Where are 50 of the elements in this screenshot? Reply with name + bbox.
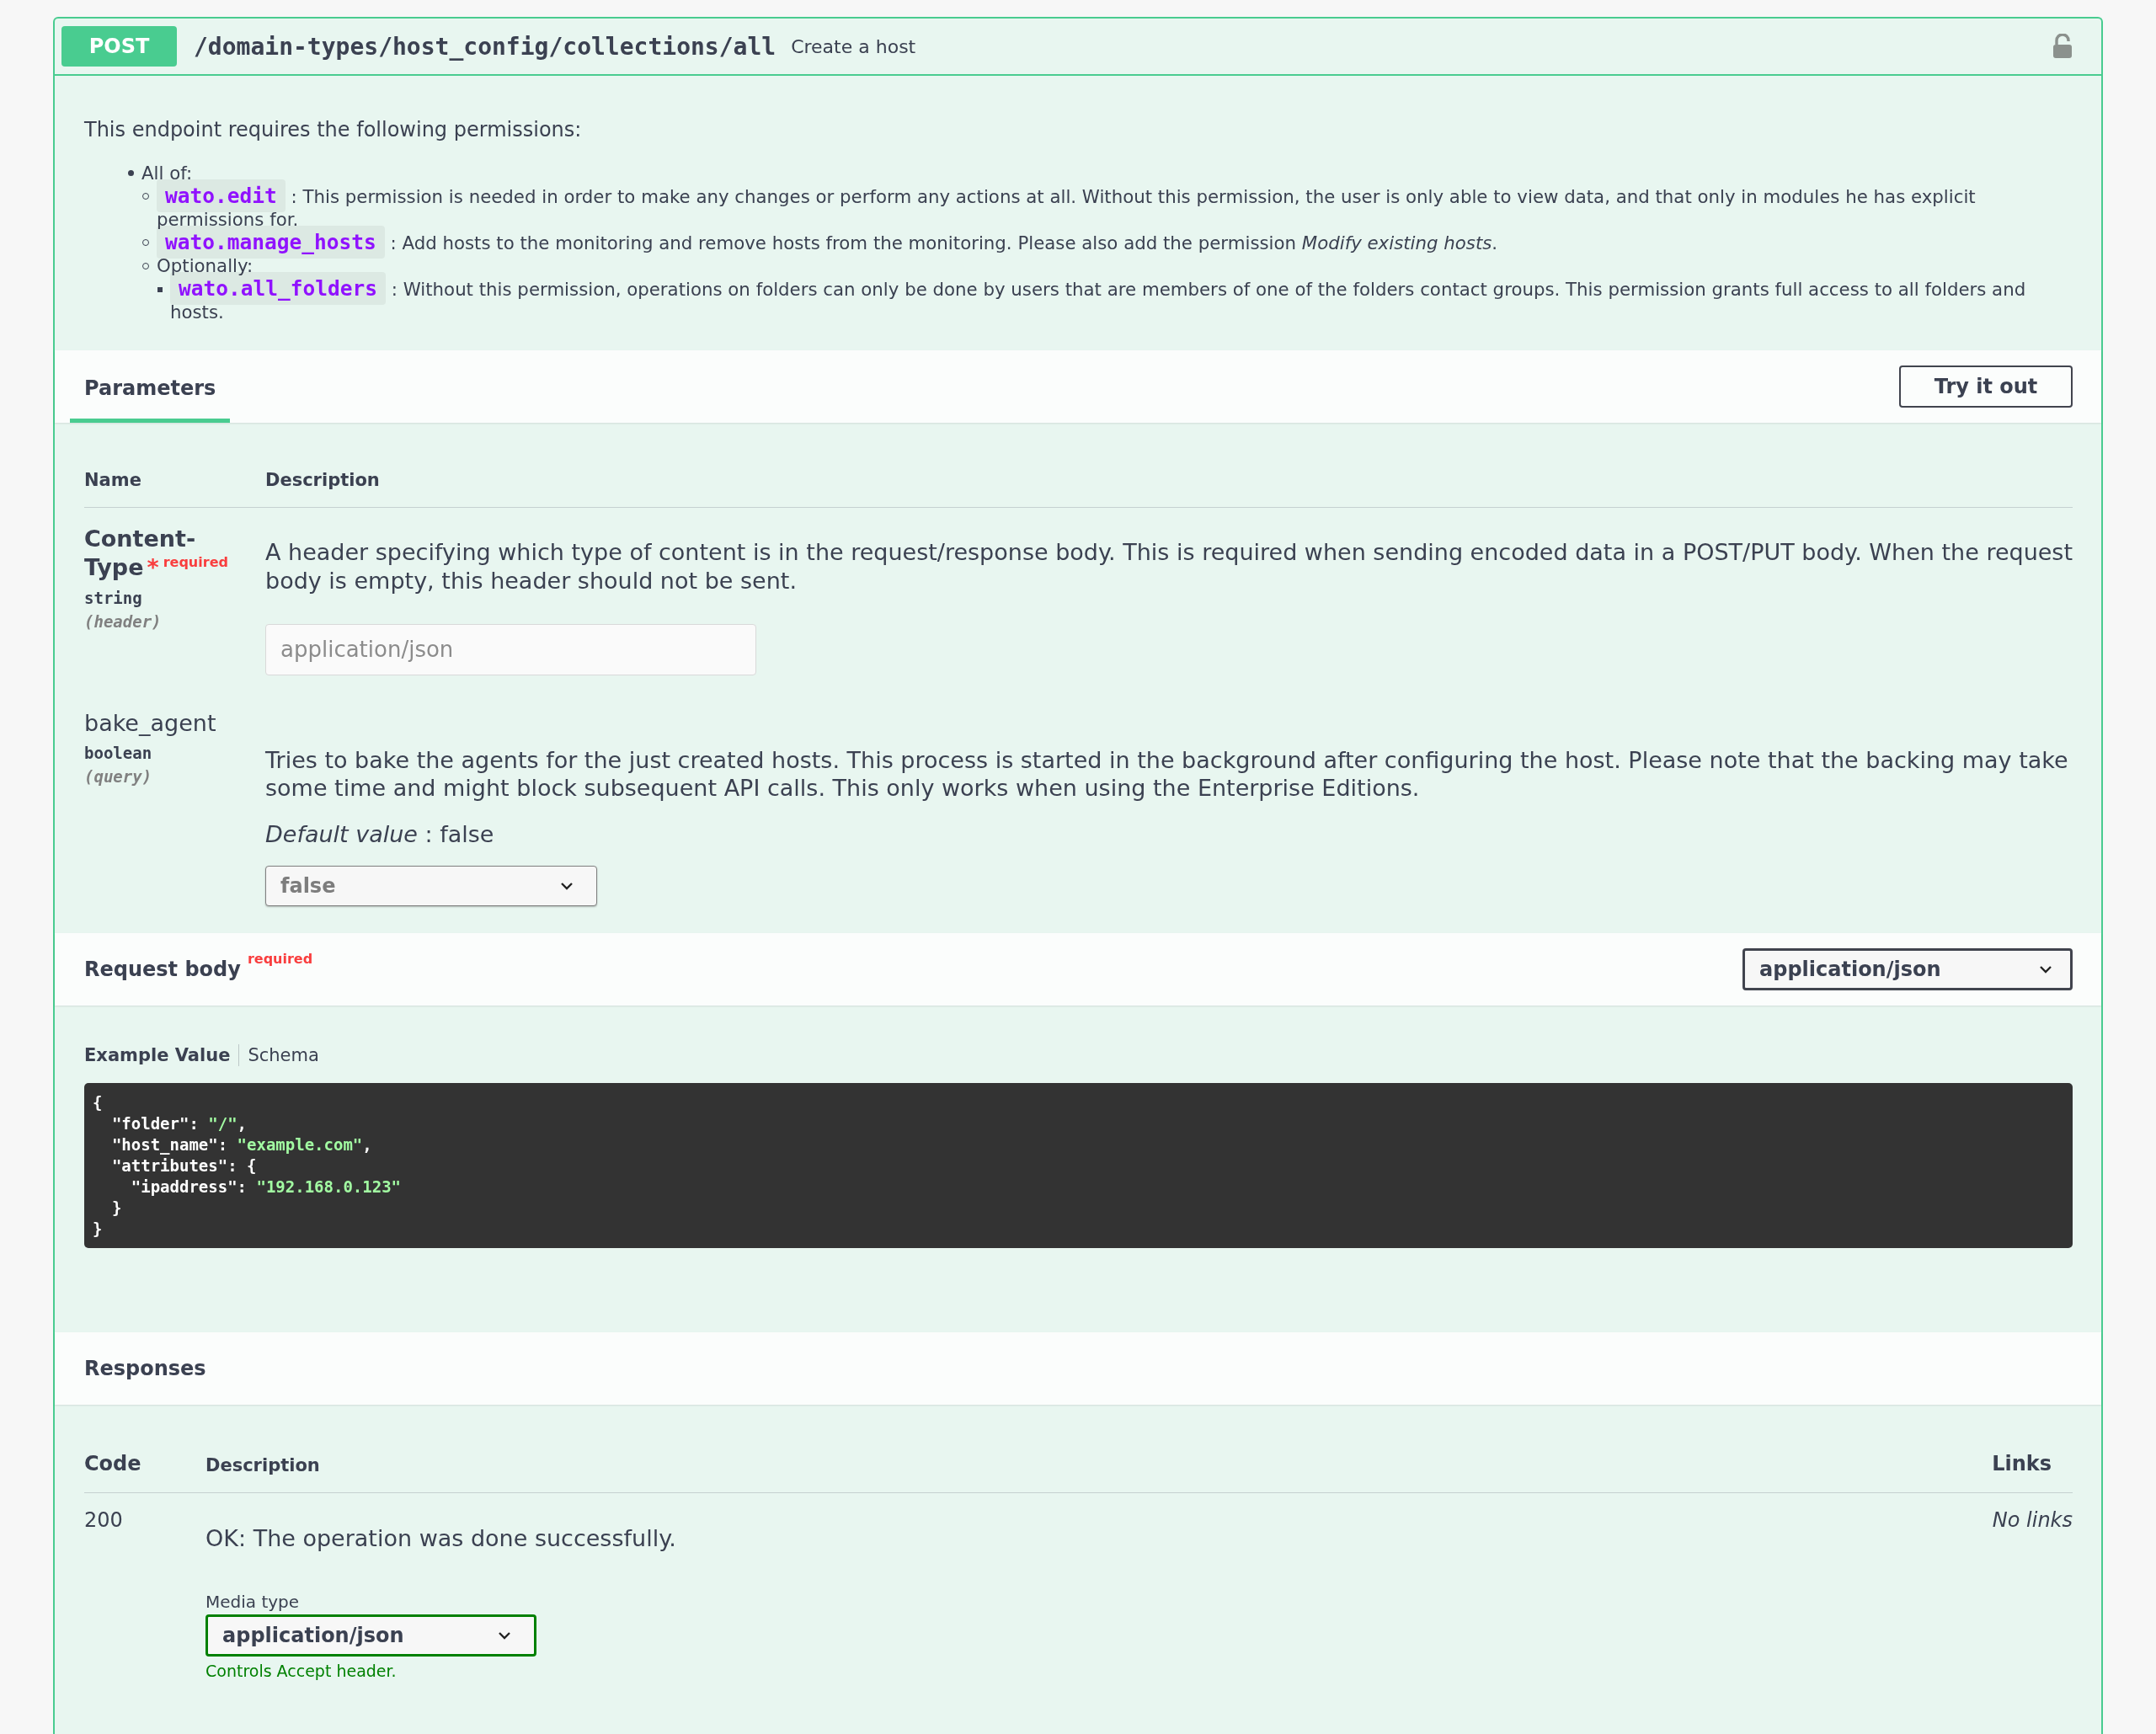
bullet-icon bbox=[157, 287, 163, 292]
content-type-dropdown[interactable]: application/json bbox=[1742, 948, 2073, 990]
group-label: Optionally: bbox=[157, 255, 253, 276]
column-header: Description bbox=[265, 470, 380, 490]
chevron-down-icon bbox=[559, 881, 574, 891]
response-description: OK: The operation was done successfully. bbox=[205, 1525, 677, 1551]
code-line: { bbox=[93, 1092, 104, 1113]
example-tab[interactable]: Example Value bbox=[84, 1045, 231, 1065]
chevron-down-icon bbox=[2038, 964, 2053, 974]
code-line: } bbox=[110, 1198, 123, 1219]
code-line: "ipaddress": "192.168.0.123" bbox=[130, 1176, 403, 1198]
method-badge: POST bbox=[61, 26, 177, 67]
parameter-location: (header) bbox=[84, 611, 162, 631]
column-header: Description bbox=[205, 1455, 321, 1475]
code-line: } bbox=[93, 1219, 104, 1240]
media-type-dropdown[interactable]: application/json bbox=[205, 1614, 536, 1657]
column-header: Code bbox=[84, 1452, 142, 1475]
permissions-intro: This endpoint requires the following permissions: bbox=[84, 118, 583, 141]
required-label: required bbox=[247, 951, 313, 967]
try-it-out-button[interactable]: Try it out bbox=[1899, 365, 2073, 408]
padlock-icon[interactable] bbox=[2052, 34, 2073, 59]
code-line: "folder": "/", bbox=[110, 1113, 248, 1134]
column-header: Links bbox=[1992, 1452, 2052, 1475]
parameters-tab[interactable]: Parameters bbox=[70, 354, 231, 423]
column-header: Name bbox=[84, 470, 142, 490]
default-value: Default value : false bbox=[265, 821, 495, 847]
media-type-hint: Controls Accept header. bbox=[205, 1662, 398, 1680]
code-line: "host_name": "example.com", bbox=[110, 1134, 373, 1155]
links-value: No links bbox=[1992, 1508, 2073, 1532]
media-type-label: Media type bbox=[205, 1592, 301, 1612]
parameter-name: Content-Type* $^{required}$ bbox=[84, 525, 229, 582]
responses-title: Responses bbox=[84, 1357, 206, 1380]
endpoint-path: /domain-types/host_config/collections/all bbox=[194, 32, 776, 61]
operation-header[interactable]: POST /domain-types/host_config/collections/all Create a host bbox=[55, 19, 2101, 76]
parameter-description: A header specifying which type of content is in the request/response body. This is required when sending encoded data in a POST/PUT body. When the request body is empty, this header should not be sent. bbox=[265, 538, 2073, 595]
parameter-type: boolean bbox=[84, 744, 152, 763]
parameter-description: Tries to bake the agents for the just created hosts. This process is started in the background after configuring the host. Please note that the backing may take some time and might block subsequent API calls. This only works when using the Enterprise Editions. bbox=[265, 745, 2069, 803]
value-dropdown[interactable]: false bbox=[265, 866, 597, 906]
example-tab[interactable]: Schema bbox=[248, 1045, 319, 1065]
group-label: All of: bbox=[141, 163, 193, 184]
parameter-type: string bbox=[84, 588, 142, 607]
code-line: "attributes": { bbox=[110, 1155, 258, 1176]
parameter-location: (query) bbox=[84, 767, 152, 787]
request-body-title: Request body bbox=[84, 958, 241, 981]
chevron-down-icon bbox=[497, 1630, 512, 1641]
input-field[interactable]: application/json bbox=[265, 623, 756, 675]
bullet-icon bbox=[128, 170, 134, 176]
endpoint-summary: Create a host bbox=[791, 35, 917, 57]
status-code: 200 bbox=[84, 1508, 124, 1532]
parameter-name: bake_agent bbox=[84, 708, 217, 738]
